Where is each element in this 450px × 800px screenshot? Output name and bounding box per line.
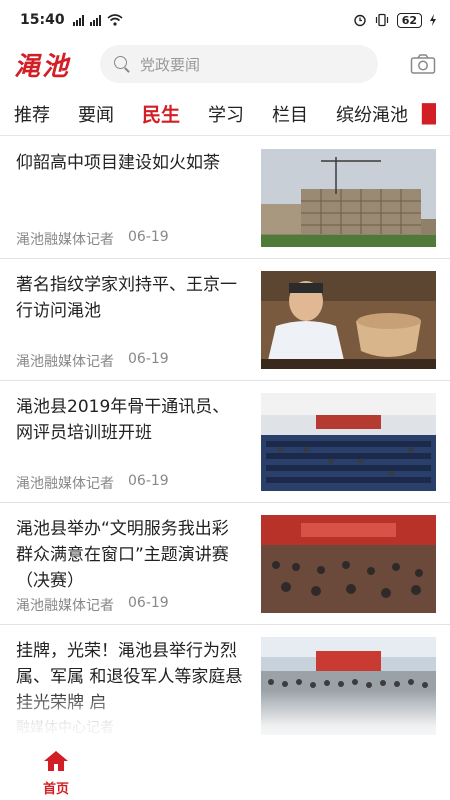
news-meta: 融媒体中心记者 <box>16 717 128 737</box>
tab-headlines[interactable]: 要闻 <box>64 101 128 127</box>
news-item[interactable]: 渑池县举办“文明服务我出彩 群众满意在窗口”主题演讲赛（决赛） 渑池融媒体记者 … <box>0 503 450 625</box>
news-title: 渑池县2019年骨干通讯员、网评员培训班开班 <box>16 397 230 443</box>
news-meta: 渑池融媒体记者 06-19 <box>16 473 169 493</box>
tab-colorful-mianchi[interactable]: 缤纷渑池 <box>322 101 422 127</box>
app-logo[interactable]: 渑池 <box>14 46 96 83</box>
news-title: 挂牌，光荣！渑池县举行为烈属、军属 和退役军人等家庭悬挂光荣牌 启 <box>16 641 243 713</box>
news-meta: 渑池融媒体记者 06-19 <box>16 229 169 249</box>
news-item[interactable]: 著名指纹学家刘持平、王京一行访问渑池 渑池融媒体记者 06-19 <box>0 259 450 381</box>
news-feed: 仰韶高中项目建设如火如荼 渑池融媒体记者 06-19 著名指纹学家刘持平、王京一 <box>0 137 450 747</box>
news-title: 仰韶高中项目建设如火如荼 <box>16 153 220 173</box>
category-tabs: 推荐 要闻 民生 学习 栏目 缤纷渑池 █ <box>0 92 450 136</box>
status-right: 62 <box>353 12 436 28</box>
news-title: 著名指纹学家刘持平、王京一行访问渑池 <box>16 275 237 321</box>
alarm-icon <box>353 14 366 27</box>
status-time: 15:40 <box>20 12 65 28</box>
charging-icon <box>430 14 436 26</box>
app-header: 渑池 党政要闻 <box>0 40 450 88</box>
news-date: 06-19 <box>128 229 169 245</box>
tab-study[interactable]: 学习 <box>194 101 258 127</box>
search-placeholder: 党政要闻 <box>140 55 201 74</box>
search-bar[interactable]: 党政要闻 <box>100 45 378 83</box>
status-icons <box>72 14 123 26</box>
camera-icon[interactable] <box>410 53 436 75</box>
news-date: 06-19 <box>128 473 169 489</box>
tab-livelihood[interactable]: 民生 <box>128 100 194 127</box>
battery-indicator: 62 <box>396 12 422 28</box>
news-author: 渑池融媒体记者 <box>16 476 114 492</box>
signal-icon <box>89 14 101 26</box>
nav-home-label: 首页 <box>42 782 69 797</box>
home-icon <box>44 751 68 771</box>
tab-columns[interactable]: 栏目 <box>258 101 322 127</box>
bottom-nav: 首页 <box>0 745 450 800</box>
news-meta: 渑池融媒体记者 06-19 <box>16 351 169 371</box>
news-thumbnail <box>261 271 436 369</box>
news-item[interactable]: 挂牌，光荣！渑池县举行为烈属、军属 和退役军人等家庭悬挂光荣牌 启 融媒体中心记… <box>0 625 450 747</box>
news-date: 06-19 <box>128 351 169 367</box>
news-meta: 渑池融媒体记者 06-19 <box>16 595 169 615</box>
auditorium-meeting-photo <box>261 393 436 491</box>
nav-home-button[interactable]: 首页 <box>36 750 76 797</box>
news-item[interactable]: 仰韶高中项目建设如火如荼 渑池融媒体记者 06-19 <box>0 137 450 259</box>
speech-contest-photo <box>261 515 436 613</box>
news-author: 融媒体中心记者 <box>16 720 114 736</box>
news-thumbnail <box>261 637 436 735</box>
signal-icon <box>72 14 84 26</box>
news-author: 渑池融媒体记者 <box>16 354 114 370</box>
news-date: 06-19 <box>128 595 169 611</box>
news-thumbnail <box>261 515 436 613</box>
news-author: 渑池融媒体记者 <box>16 598 114 614</box>
search-icon <box>114 56 130 72</box>
news-item[interactable]: 渑池县2019年骨干通讯员、网评员培训班开班 渑池融媒体记者 06-19 <box>0 381 450 503</box>
outdoor-ceremony-photo <box>261 637 436 735</box>
status-bar: 15:40 62 <box>0 0 450 40</box>
news-thumbnail <box>261 149 436 247</box>
man-with-pottery-photo <box>261 271 436 369</box>
construction-site-photo <box>261 149 436 247</box>
news-title: 渑池县举办“文明服务我出彩 群众满意在窗口”主题演讲赛（决赛） <box>16 519 229 591</box>
vibrate-icon <box>375 13 388 27</box>
tab-overflow-edge: █ <box>422 103 436 125</box>
news-author: 渑池融媒体记者 <box>16 232 114 248</box>
tab-recommend[interactable]: 推荐 <box>0 101 64 127</box>
wifi-icon <box>107 14 123 26</box>
news-thumbnail <box>261 393 436 491</box>
